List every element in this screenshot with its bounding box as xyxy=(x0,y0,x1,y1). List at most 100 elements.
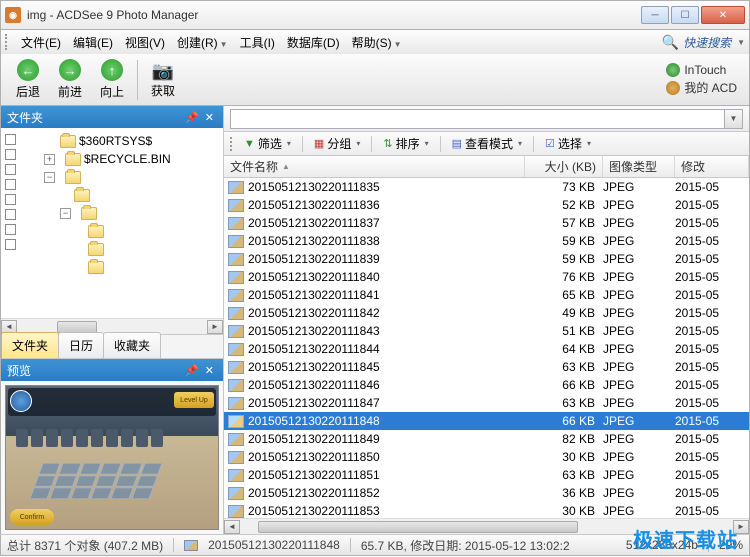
menu-help[interactable]: 帮助(S)▼ xyxy=(346,31,408,54)
maximize-button[interactable]: ☐ xyxy=(671,6,699,24)
column-header-modified[interactable]: 修改 xyxy=(675,156,749,177)
image-file-icon xyxy=(228,415,244,428)
scroll-right-icon[interactable]: ► xyxy=(207,320,223,334)
quick-search[interactable]: 🔍 快速搜索 ▼ xyxy=(662,34,745,51)
menu-database[interactable]: 数据库(D) xyxy=(281,31,346,54)
scroll-left-icon[interactable]: ◄ xyxy=(224,520,240,534)
tab-calendar[interactable]: 日历 xyxy=(58,332,104,358)
file-row[interactable]: 2015051213022011184563 KBJPEG2015-05 xyxy=(224,358,749,376)
panel-close-icon[interactable]: ✕ xyxy=(202,111,217,124)
file-name: 20150512130220111847 xyxy=(248,396,525,410)
tab-favorites[interactable]: 收藏夹 xyxy=(103,332,161,358)
pin-icon[interactable]: 📌 xyxy=(182,111,202,124)
forward-icon: → xyxy=(59,59,81,81)
file-row[interactable]: 2015051213022011184249 KBJPEG2015-05 xyxy=(224,304,749,322)
tree-checkbox[interactable] xyxy=(5,134,16,145)
file-row[interactable]: 2015051213022011183959 KBJPEG2015-05 xyxy=(224,250,749,268)
tree-node[interactable]: +$RECYCLE.BIN xyxy=(23,150,223,168)
collapse-icon[interactable]: − xyxy=(44,172,55,183)
file-row[interactable]: 2015051213022011185163 KBJPEG2015-05 xyxy=(224,466,749,484)
tree-checkbox[interactable] xyxy=(5,149,16,160)
column-header-type[interactable]: 图像类型 xyxy=(603,156,675,177)
file-modified: 2015-05 xyxy=(675,198,749,212)
select-button[interactable]: ☑选择▾ xyxy=(542,133,594,154)
path-input[interactable] xyxy=(230,109,725,129)
tree-node[interactable] xyxy=(23,240,223,258)
filter-button[interactable]: ▼筛选▾ xyxy=(241,133,294,154)
file-modified: 2015-05 xyxy=(675,468,749,482)
file-row[interactable]: 2015051213022011183757 KBJPEG2015-05 xyxy=(224,214,749,232)
filter-toolbar: ▼筛选▾ ▦分组▾ ⇅排序▾ ▤查看模式▾ ☑选择▾ xyxy=(224,132,749,156)
file-row[interactable]: 2015051213022011184076 KBJPEG2015-05 xyxy=(224,268,749,286)
file-row[interactable]: 2015051213022011184464 KBJPEG2015-05 xyxy=(224,340,749,358)
file-list[interactable]: 2015051213022011183573 KBJPEG2015-052015… xyxy=(224,178,749,518)
scroll-right-icon[interactable]: ► xyxy=(733,520,749,534)
intouch-link[interactable]: InTouch xyxy=(666,63,737,77)
viewmode-button[interactable]: ▤查看模式▾ xyxy=(449,133,525,154)
file-row[interactable]: 2015051213022011185330 KBJPEG2015-05 xyxy=(224,502,749,518)
chevron-down-icon: ▼ xyxy=(737,38,745,47)
tree-node[interactable]: $360RTSYS$ xyxy=(23,132,223,150)
file-modified: 2015-05 xyxy=(675,216,749,230)
tree-checkbox[interactable] xyxy=(5,239,16,250)
tree-checkbox[interactable] xyxy=(5,164,16,175)
menu-create[interactable]: 创建(R)▼ xyxy=(171,31,234,54)
tree-checkbox[interactable] xyxy=(5,194,16,205)
folder-tree[interactable]: $360RTSYS$ +$RECYCLE.BIN − − xyxy=(19,128,223,318)
menu-tools[interactable]: 工具(I) xyxy=(234,31,281,54)
file-row[interactable]: 2015051213022011185030 KBJPEG2015-05 xyxy=(224,448,749,466)
tree-node[interactable]: − xyxy=(23,168,223,186)
tree-node[interactable] xyxy=(23,186,223,204)
scroll-thumb[interactable] xyxy=(57,321,97,333)
column-header-size[interactable]: 大小 (KB) xyxy=(525,156,603,177)
tree-checkbox[interactable] xyxy=(5,224,16,235)
status-bar: 总计 8371 个对象 (407.2 MB) 20150512130220111… xyxy=(0,534,750,556)
forward-button[interactable]: → 前进 xyxy=(49,56,91,103)
left-panel-tabs: 文件夹 日历 收藏夹 xyxy=(1,334,223,358)
tree-checkbox[interactable] xyxy=(5,209,16,220)
group-button[interactable]: ▦分组▾ xyxy=(311,133,363,154)
expand-icon[interactable]: + xyxy=(44,154,55,165)
minimize-button[interactable]: ─ xyxy=(641,6,669,24)
acquire-button[interactable]: 📷 获取 xyxy=(142,57,184,102)
file-row[interactable]: 2015051213022011185236 KBJPEG2015-05 xyxy=(224,484,749,502)
tab-folders[interactable]: 文件夹 xyxy=(1,332,59,358)
tree-node[interactable] xyxy=(23,222,223,240)
file-row[interactable]: 2015051213022011184666 KBJPEG2015-05 xyxy=(224,376,749,394)
file-row[interactable]: 2015051213022011184763 KBJPEG2015-05 xyxy=(224,394,749,412)
file-row[interactable]: 2015051213022011183859 KBJPEG2015-05 xyxy=(224,232,749,250)
filterbar-grip xyxy=(230,137,233,151)
sort-button[interactable]: ⇅排序▾ xyxy=(380,133,431,154)
up-button[interactable]: ↑ 向上 xyxy=(91,56,133,103)
image-file-icon xyxy=(228,397,244,410)
file-name: 20150512130220111839 xyxy=(248,252,525,266)
scroll-thumb[interactable] xyxy=(258,521,578,533)
file-row[interactable]: 2015051213022011184982 KBJPEG2015-05 xyxy=(224,430,749,448)
menu-view[interactable]: 视图(V) xyxy=(119,31,171,54)
path-dropdown-icon[interactable]: ▼ xyxy=(725,109,743,129)
tree-checkbox[interactable] xyxy=(5,179,16,190)
list-hscrollbar[interactable]: ◄ ► xyxy=(224,518,749,534)
file-row[interactable]: 2015051213022011184866 KBJPEG2015-05 xyxy=(224,412,749,430)
file-size: 52 KB xyxy=(525,198,603,212)
collapse-icon[interactable]: − xyxy=(60,208,71,219)
menu-edit[interactable]: 编辑(E) xyxy=(67,31,119,54)
file-modified: 2015-05 xyxy=(675,180,749,194)
file-row[interactable]: 2015051213022011184165 KBJPEG2015-05 xyxy=(224,286,749,304)
column-header-name[interactable]: 文件名称▲ xyxy=(224,156,525,177)
file-row[interactable]: 2015051213022011184351 KBJPEG2015-05 xyxy=(224,322,749,340)
file-row[interactable]: 2015051213022011183573 KBJPEG2015-05 xyxy=(224,178,749,196)
file-modified: 2015-05 xyxy=(675,252,749,266)
close-button[interactable]: ✕ xyxy=(701,6,745,24)
tree-node[interactable] xyxy=(23,258,223,276)
my-acd-link[interactable]: 我的 ACD xyxy=(666,79,737,96)
panel-close-icon[interactable]: ✕ xyxy=(202,364,217,377)
file-row[interactable]: 2015051213022011183652 KBJPEG2015-05 xyxy=(224,196,749,214)
menu-file[interactable]: 文件(E) xyxy=(15,31,67,54)
tree-node[interactable]: − xyxy=(23,204,223,222)
pin-icon[interactable]: 📌 xyxy=(182,364,202,377)
toolbar-separator xyxy=(137,60,138,100)
back-button[interactable]: ← 后退 xyxy=(7,56,49,103)
file-size: 73 KB xyxy=(525,180,603,194)
levelup-badge: Level Up xyxy=(174,392,214,408)
